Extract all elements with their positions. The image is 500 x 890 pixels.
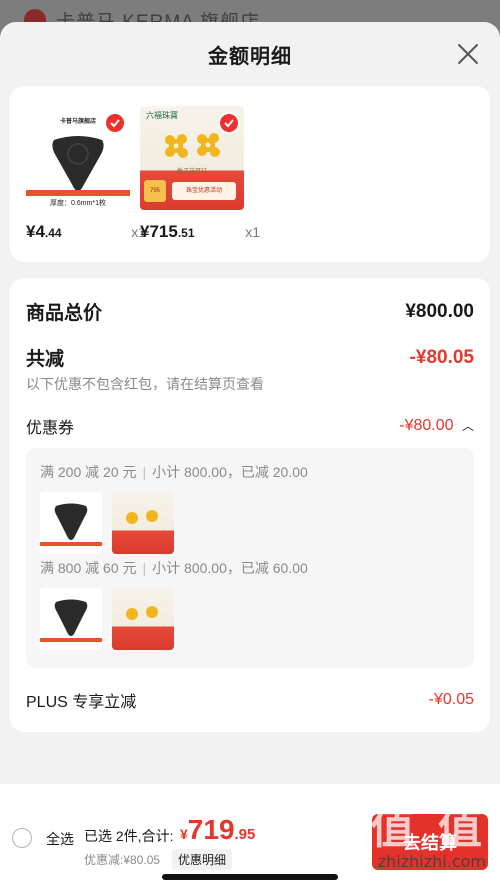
flower-earrings-icon xyxy=(126,510,158,524)
watermark-url: zhizhizhi.com xyxy=(377,852,486,871)
coupon-line: 满 200 减 20 元 | 小计 800.00，已减 20.00 xyxy=(40,464,308,480)
product-item-earrings[interactable]: 六福珠寶 栀子花耳钉 795 珠宝优惠活动 ¥715.51 x1 xyxy=(140,106,260,241)
gold-promo-label: 珠宝优惠活动 xyxy=(172,182,236,200)
plus-label: PLUS 专享立减 xyxy=(26,694,137,711)
gold-brand-text: 六福珠寶 xyxy=(146,111,178,120)
product-price: ¥715.51 xyxy=(140,222,195,241)
selected-count: 已选 2件,合计: xyxy=(84,828,174,844)
coupon-rule: 满 800 减 60 元 xyxy=(40,560,137,576)
total-price-label: 商品总价 xyxy=(26,303,103,324)
reduce-row: 共减 -¥80.05 xyxy=(26,344,474,371)
watermark-logo: 值 值 值 xyxy=(303,803,486,854)
home-indicator xyxy=(162,874,338,880)
reduce-value: -¥80.05 xyxy=(409,346,474,368)
discount-detail-button[interactable]: 优惠明细 xyxy=(172,849,233,870)
total-price-value: ¥800.00 xyxy=(405,300,474,322)
chevron-up-icon: ︿ xyxy=(461,419,474,433)
coupon-line: 满 800 减 60 元 | 小计 800.00，已减 60.00 xyxy=(40,560,308,576)
pick-promo-bar xyxy=(26,190,130,196)
product-item-pick[interactable]: 卡普马旗舰店 厚度：0.6mm*1枚 ¥4.44 x1 xyxy=(26,106,146,241)
pick-spec-text: 厚度：0.6mm*1枚 xyxy=(49,200,106,207)
summary-card: 商品总价 ¥800.00 共减 -¥80.05 以下优惠不包含红包，请在结算页查… xyxy=(10,278,490,732)
discount-text: 优惠减:¥80.05 xyxy=(84,853,161,867)
product-image-pick[interactable]: 卡普马旗舰店 厚度：0.6mm*1枚 xyxy=(26,106,130,210)
coupon-label: 优惠券 xyxy=(26,420,75,437)
coupon-product-earrings xyxy=(112,492,174,554)
guitar-pick-icon xyxy=(40,503,102,546)
reduce-label: 共减 xyxy=(26,349,65,370)
coupon-rule: 满 200 减 20 元 xyxy=(40,464,137,480)
plus-discount-row: PLUS 专享立减 -¥0.05 xyxy=(26,688,474,712)
plus-value: -¥0.05 xyxy=(428,691,474,708)
sheet-header: 金额明细 xyxy=(0,22,500,86)
coupon-detail: 小计 800.00，已减 20.00 xyxy=(152,464,308,480)
checked-icon[interactable] xyxy=(104,112,126,134)
coupon-product-pick xyxy=(40,492,102,554)
coupon-product-earrings xyxy=(112,588,174,650)
coupon-product-pick xyxy=(40,588,102,650)
product-price: ¥4.44 xyxy=(26,222,62,241)
product-image-earrings[interactable]: 六福珠寶 栀子花耳钉 795 珠宝优惠活动 xyxy=(140,106,244,210)
sheet-title: 金额明细 xyxy=(208,45,292,68)
coupon-row[interactable]: 优惠券 -¥80.00 ︿ xyxy=(26,414,474,438)
product-price-row: ¥715.51 x1 xyxy=(140,222,260,242)
total-price-row: 商品总价 ¥800.00 xyxy=(26,298,474,325)
gold-price-badge: 795 xyxy=(144,180,166,202)
coupon-detail-box: 满 200 减 20 元 | 小计 800.00，已减 20.00 满 800 减 … xyxy=(26,448,474,668)
coupon-detail: 小计 800.00，已减 60.00 xyxy=(152,560,308,576)
flower-earrings-icon xyxy=(126,606,158,620)
guitar-pick-icon xyxy=(52,136,104,191)
products-card: 卡普马旗舰店 厚度：0.6mm*1枚 ¥4.44 x1 六福珠寶 栀子花耳钉 7… xyxy=(10,86,490,262)
coupon-value: -¥80.00 xyxy=(399,417,454,434)
red-packet-hint: 以下优惠不包含红包，请在结算页查看 xyxy=(26,376,264,392)
select-all-label[interactable]: 全选 xyxy=(46,829,74,849)
flower-earrings-icon xyxy=(165,133,220,158)
checked-icon[interactable] xyxy=(218,112,240,134)
product-price-row: ¥4.44 x1 xyxy=(26,222,146,242)
coupon-toggle[interactable]: -¥80.00 ︿ xyxy=(399,417,474,435)
product-qty: x1 xyxy=(245,224,260,240)
amount-detail-sheet: 金额明细 卡普马旗舰店 厚度：0.6mm*1枚 ¥4.44 x1 六福珠寶 栀子… xyxy=(0,22,500,890)
close-icon[interactable] xyxy=(456,42,480,66)
total-amount: ¥719.95 xyxy=(180,814,256,845)
gold-caption: 栀子花耳钉 xyxy=(176,169,207,175)
guitar-pick-icon xyxy=(40,599,102,642)
select-all-checkbox[interactable] xyxy=(12,828,32,848)
